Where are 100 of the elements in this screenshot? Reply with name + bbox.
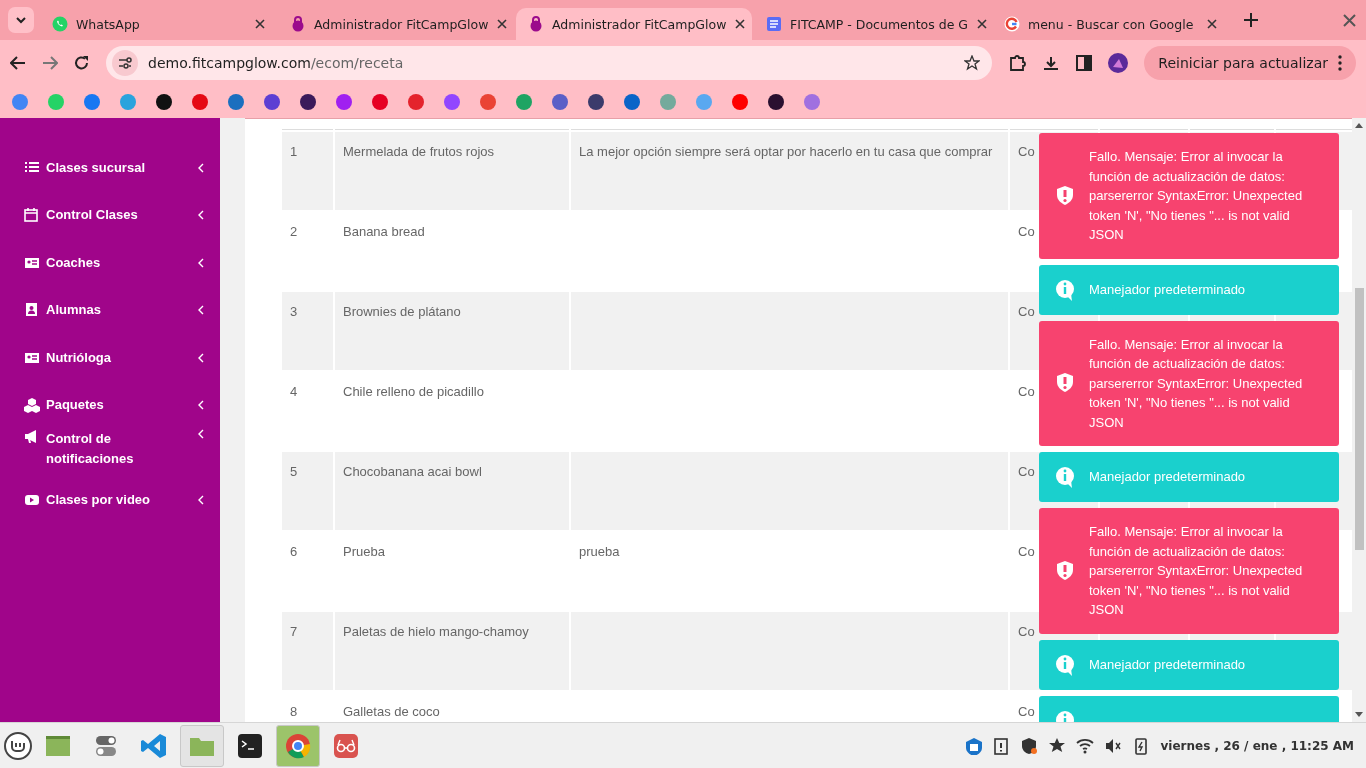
url-text: demo.fitcampglow.com/ecom/receta (148, 54, 405, 71)
boxes-icon (24, 397, 40, 414)
toast-message: Fallo. Mensaje: Error al invocar la función de actualización de datos: parsererror SyntaxError: Unexpected token 'N', "No tienes "... is not valid JSON (1089, 148, 1304, 244)
table-cell: Co (1018, 384, 1035, 399)
table-cell: 7 (290, 624, 298, 639)
table-cell: Brownies de plátano (343, 304, 461, 319)
table-cell: 8 (290, 704, 298, 719)
table-cell: Galletas de coco (343, 704, 440, 719)
sidebar-item[interactable]: Clases por video (0, 476, 220, 524)
table-cell: Co (1018, 304, 1035, 319)
person-icon (24, 302, 40, 319)
shield-alert-icon (1055, 184, 1075, 207)
browser-tab[interactable]: WhatsApp (40, 8, 276, 40)
table-cell: 6 (290, 544, 298, 559)
shield-icon[interactable] (1020, 736, 1039, 755)
table-cell: Prueba (343, 544, 385, 559)
chevron-left-icon (198, 210, 204, 221)
chevron-left-icon (198, 429, 204, 439)
chevron-down-icon (15, 15, 27, 25)
new-tab-icon[interactable] (1244, 13, 1258, 27)
table-cell: Co (1018, 544, 1035, 559)
table-cell: Banana bread (343, 224, 425, 239)
shield-alert-icon (1055, 559, 1075, 582)
toast-message: Fallo. Mensaje: Error al invocar la función de actualización de datos: parsererror SyntaxError: Unexpected token 'N', "No tienes "... is not valid JSON (1089, 335, 1304, 432)
table-cell: Chile relleno de picadillo (343, 384, 484, 399)
bookmark-icon[interactable] (300, 93, 316, 110)
reload-icon[interactable] (74, 54, 90, 71)
table-cell: La mejor opción siempre será optar por hacerlo en tu casa que comprar (579, 144, 993, 159)
toast-message: Manejador predeterminado (1089, 655, 1246, 674)
kettlebell-icon (290, 16, 306, 32)
tab-list-button[interactable] (8, 7, 34, 33)
toast-message: Fallo. Mensaje: Error al invocar la función de actualización de datos: parsererror SyntaxError: Unexpected token 'N', "No tienes "... is not valid JSON (1089, 523, 1304, 619)
browser-tab[interactable]: menu - Buscar con Google (992, 8, 1228, 40)
chevron-left-icon (198, 305, 204, 316)
side-panel-icon[interactable] (1076, 54, 1093, 71)
sidebar-item[interactable]: Control de notificaciones (0, 429, 220, 477)
glasses-icon (332, 731, 360, 760)
google-icon (1004, 16, 1020, 32)
address-bar[interactable]: demo.fitcampglow.com/ecom/receta (106, 45, 993, 80)
chevron-left-icon (198, 162, 204, 173)
toast-message: Manejador predeterminado (1089, 280, 1246, 299)
bookmark-icon[interactable] (588, 93, 604, 110)
scroll-up-icon[interactable] (1355, 122, 1363, 128)
table-cell: Co (1018, 144, 1035, 159)
sidebar-item[interactable]: Alumnas (0, 286, 220, 334)
chevron-left-icon (198, 495, 204, 506)
sidebar-item[interactable]: Clases sucursal (0, 144, 220, 192)
bookmark-icon[interactable] (156, 93, 172, 110)
star-icon[interactable] (964, 54, 981, 71)
chat-icon (52, 16, 68, 32)
table-cell: 3 (290, 304, 298, 319)
info-icon (1055, 466, 1075, 488)
info-icon (1055, 653, 1075, 676)
toast-message: Manejador predeterminado (1089, 468, 1246, 487)
close-icon[interactable] (496, 18, 509, 30)
table-cell: Co (1018, 704, 1035, 719)
forward-icon[interactable] (42, 54, 58, 71)
star-icon[interactable] (1048, 736, 1067, 755)
avatar-icon[interactable] (1108, 52, 1129, 73)
close-icon[interactable] (254, 18, 266, 30)
close-icon[interactable] (1206, 18, 1218, 30)
back-icon[interactable] (10, 54, 26, 71)
menu-icon[interactable] (4, 731, 32, 760)
download-icon[interactable] (1042, 54, 1061, 71)
clock[interactable]: viernes , 26 / ene , 11:25 AM (1160, 738, 1354, 753)
calendar-icon (24, 207, 40, 224)
shield-alert-icon (1055, 372, 1075, 395)
shield-icon[interactable] (964, 736, 983, 755)
extensions-icon[interactable] (1008, 53, 1027, 72)
table-cell: Paletas de hielo mango-chamoy (343, 624, 529, 639)
sidebar-item[interactable]: Nutrióloga (0, 334, 220, 382)
clipboard-icon[interactable] (992, 736, 1011, 755)
table-cell: Co (1018, 624, 1035, 639)
scroll-down-icon[interactable] (1355, 712, 1363, 718)
more-icon (1338, 54, 1342, 71)
close-icon[interactable] (976, 18, 988, 30)
table-cell: Chocobanana acai bowl (343, 464, 482, 479)
browser-tab[interactable]: Administrador FitCampGlow (278, 8, 514, 40)
chevron-left-icon (198, 352, 204, 363)
update-button[interactable]: Reiniciar para actualizar (1144, 45, 1356, 80)
info-icon (1055, 278, 1075, 301)
scrollbar-thumb[interactable] (1354, 288, 1364, 550)
code-editor-icon (140, 731, 168, 760)
sidebar-item[interactable]: Paquetes (0, 381, 220, 429)
site-settings-icon[interactable] (118, 55, 132, 70)
table-cell: Co (1018, 464, 1035, 479)
chevron-left-icon (198, 400, 204, 411)
browser-tab[interactable]: Administrador FitCampGlow (516, 8, 752, 40)
table-cell: 5 (290, 464, 298, 479)
kettlebell-icon (528, 16, 544, 32)
close-icon[interactable] (734, 18, 747, 30)
sidebar-item[interactable]: Control Clases (0, 191, 220, 239)
bookmark-icon[interactable] (768, 93, 784, 110)
table-cell: 1 (290, 144, 298, 159)
table-cell: Co (1018, 224, 1035, 239)
sidebar-item[interactable]: Coaches (0, 239, 220, 287)
close-icon[interactable] (1343, 14, 1356, 27)
browser-tab[interactable]: FITCAMP - Documentos de G (754, 8, 990, 40)
wifi-icon[interactable] (1076, 736, 1095, 755)
table-cell: prueba (579, 544, 620, 559)
